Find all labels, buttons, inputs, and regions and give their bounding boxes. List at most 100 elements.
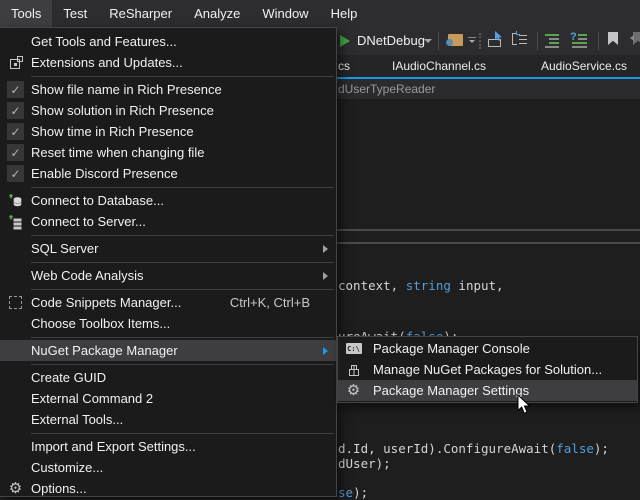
console-icon: C:\ [346,343,362,354]
copy-document-icon[interactable] [511,31,529,49]
menu-item-label: Options... [31,481,336,496]
gear-icon: ⚙ [9,481,22,496]
menu-item-external-command-2[interactable]: External Command 2 [0,388,336,409]
menu-separator [31,187,334,188]
menu-item-label: Get Tools and Features... [31,34,336,49]
menu-item-shortcut: Ctrl+K, Ctrl+B [230,295,310,310]
menu-item-create-guid[interactable]: Create GUID [0,367,336,388]
menu-item-label: Import and Export Settings... [31,439,336,454]
menubar-item-window[interactable]: Window [251,0,319,27]
bookmark-icon[interactable] [607,32,619,46]
menu-item-label: Manage NuGet Packages for Solution... [369,362,637,377]
submenu-arrow-icon [323,272,328,280]
menu-item-label: Choose Toolbox Items... [31,316,336,331]
menu-separator [31,337,334,338]
format-document-icon[interactable]: ? [570,32,588,48]
menu-item-label: Show solution in Rich Presence [31,103,336,118]
menubar: Tools Test ReSharper Analyze Window Help [0,0,640,27]
menubar-item-help[interactable]: Help [320,0,369,27]
menu-item-code-snippets[interactable]: Code Snippets Manager... Ctrl+K, Ctrl+B [0,292,336,313]
code-line: se); [338,485,368,500]
tab-audioservice[interactable]: AudioService.cs [537,55,631,77]
previous-bookmark-icon[interactable] [630,32,640,46]
gear-icon: ⚙ [347,383,360,398]
menu-item-label: SQL Server [31,241,323,256]
menu-item-label: Package Manager Console [369,341,637,356]
code-line: dUser); [338,456,391,471]
menu-separator [31,76,334,77]
code-line: d.Id, userId).ConfigureAwait(false); [338,441,609,456]
submenu-arrow-icon [323,347,328,355]
menubar-item-tools[interactable]: Tools [0,0,52,27]
checkmark-icon: ✓ [7,102,24,119]
checkmark-icon: ✓ [7,165,24,182]
menu-item-label: Enable Discord Presence [31,166,336,181]
find-in-files-icon[interactable] [446,32,466,50]
menubar-item-analyze[interactable]: Analyze [183,0,251,27]
mouse-cursor [517,394,531,415]
menu-item-get-tools[interactable]: Get Tools and Features... [0,31,336,52]
menu-item-label: Show time in Rich Presence [31,124,336,139]
menu-item-customize[interactable]: Customize... [0,457,336,478]
menu-item-label: Extensions and Updates... [31,55,336,70]
submenu-item-package-manager-settings[interactable]: ⚙ Package Manager Settings [338,380,637,401]
format-indent-icon[interactable] [545,32,563,48]
snippets-icon [9,296,22,309]
code-line: context, string input, [338,278,504,293]
menu-item-label: Customize... [31,460,336,475]
menu-item-choose-toolbox[interactable]: Choose Toolbox Items... [0,313,336,334]
menu-item-sql-server[interactable]: SQL Server [0,238,336,259]
menu-item-label: Package Manager Settings [369,383,637,398]
menu-item-connect-server[interactable]: Connect to Server... [0,211,336,232]
tab-iaudiochannel[interactable]: IAudioChannel.cs [388,55,490,77]
menu-item-nuget-package-manager[interactable]: NuGet Package Manager [0,340,336,361]
menu-item-label: Connect to Server... [31,214,336,229]
menu-item-reset-time[interactable]: ✓ Reset time when changing file [0,142,336,163]
toolbar-separator [438,32,439,50]
menu-item-label: Code Snippets Manager... [31,295,230,310]
submenu-arrow-icon [323,245,328,253]
menu-item-label: Connect to Database... [31,193,336,208]
toolbar-separator [598,32,599,50]
menu-item-extensions[interactable]: Extensions and Updates... [0,52,336,73]
menu-item-label: NuGet Package Manager [31,343,323,358]
toolbar-separator [537,32,538,50]
submenu-item-manage-nuget-packages[interactable]: Manage NuGet Packages for Solution... [338,359,637,380]
submenu-item-package-manager-console[interactable]: C:\ Package Manager Console [338,338,637,359]
menu-item-external-tools[interactable]: External Tools... [0,409,336,430]
checkmark-icon: ✓ [7,123,24,140]
tools-menu: Get Tools and Features... Extensions and… [0,27,337,497]
checkmark-icon: ✓ [7,144,24,161]
menu-separator [31,235,334,236]
vs-window: { "menubar": { "items": [ { "label": "To… [0,0,640,497]
extensions-icon [8,55,24,71]
menu-item-show-file-name[interactable]: ✓ Show file name in Rich Presence [0,79,336,100]
menu-item-show-time[interactable]: ✓ Show time in Rich Presence [0,121,336,142]
menu-item-show-solution[interactable]: ✓ Show solution in Rich Presence [0,100,336,121]
find-options-chevron-icon[interactable] [468,37,476,43]
run-button[interactable] [340,35,350,47]
question-glyph: ? [570,32,577,42]
menu-separator [31,289,334,290]
select-element-icon[interactable] [486,31,506,49]
run-config-chevron-icon[interactable] [424,39,432,43]
menu-item-label: External Tools... [31,412,336,427]
toolbar-grip [479,33,481,49]
database-icon [8,193,24,209]
menu-item-enable-discord[interactable]: ✓ Enable Discord Presence [0,163,336,184]
tab-partial-cs[interactable]: cs [334,55,354,77]
menubar-item-resharper[interactable]: ReSharper [98,0,183,27]
menu-item-web-code-analysis[interactable]: Web Code Analysis [0,265,336,286]
nuget-submenu: C:\ Package Manager Console Manage NuGet… [337,336,638,403]
menu-item-label: Create GUID [31,370,336,385]
menu-item-label: External Command 2 [31,391,336,406]
menu-separator [31,364,334,365]
menu-item-connect-database[interactable]: Connect to Database... [0,190,336,211]
menu-item-options[interactable]: ⚙ Options... [0,478,336,499]
menubar-item-test[interactable]: Test [52,0,98,27]
checkmark-icon: ✓ [7,81,24,98]
menu-separator [31,433,334,434]
run-config-label[interactable]: DNetDebug [357,33,425,48]
package-icon [347,363,361,377]
menu-item-import-export-settings[interactable]: Import and Export Settings... [0,436,336,457]
